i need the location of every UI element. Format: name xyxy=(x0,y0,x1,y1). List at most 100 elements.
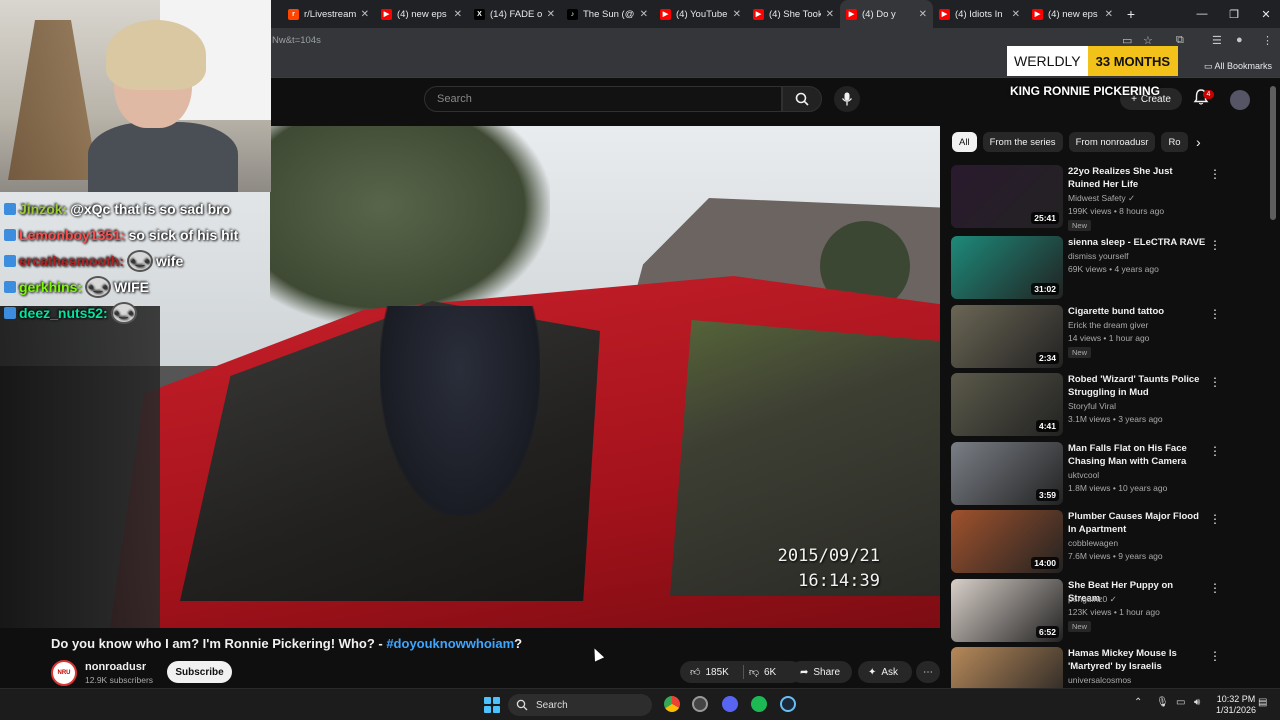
recommendation-title[interactable]: Cigarette bund tattoo xyxy=(1068,305,1206,318)
recommendation-title[interactable]: Man Falls Flat on His Face Chasing Man w… xyxy=(1068,442,1206,468)
more-options-icon[interactable]: ⋮ xyxy=(1209,444,1221,458)
browser-tab[interactable]: ▶ (4) Do y ✕ xyxy=(840,0,933,28)
tab-close-icon[interactable]: ✕ xyxy=(826,9,834,20)
voice-search-button[interactable] xyxy=(834,86,860,112)
recommendation-item[interactable]: 6:52 She Beat Her Puppy on Stream penguinz… xyxy=(951,579,1271,643)
recommendation-item[interactable]: 3:59 Man Falls Flat on His Face Chasing M… xyxy=(951,442,1271,506)
tab-close-icon[interactable]: ✕ xyxy=(361,9,369,20)
video-thumbnail[interactable]: 4:41 xyxy=(951,373,1063,436)
search-input[interactable]: Search xyxy=(424,86,782,112)
tab-close-icon[interactable]: ✕ xyxy=(1012,9,1020,20)
video-thumbnail[interactable]: 31:02 xyxy=(951,236,1063,299)
channel-name[interactable]: nonroadusr xyxy=(85,661,146,673)
channel-avatar[interactable]: NRU xyxy=(51,660,77,686)
recommendation-channel[interactable]: Erick the dream giver xyxy=(1068,320,1148,330)
spotify-icon[interactable] xyxy=(751,696,767,712)
more-actions-button[interactable]: ⋯ xyxy=(916,661,940,683)
taskbar-search[interactable]: Search xyxy=(508,694,652,716)
more-options-icon[interactable]: ⋮ xyxy=(1209,375,1221,389)
recommendation-channel[interactable]: Storyful Viral xyxy=(1068,401,1116,411)
chat-username[interactable]: Lemonboy1351: xyxy=(19,227,126,243)
video-hashtag[interactable]: #doyouknowwhoiam xyxy=(386,636,514,651)
video-thumbnail[interactable]: 2:34 xyxy=(951,305,1063,368)
more-options-icon[interactable]: ⋮ xyxy=(1209,167,1221,181)
recommendation-title[interactable]: Plumber Causes Major Flood In Apartment xyxy=(1068,510,1206,536)
system-clock[interactable]: 10:32 PM 1/31/2026 xyxy=(1216,694,1256,716)
close-window-icon[interactable]: ✕ xyxy=(1250,0,1280,28)
recommendation-title[interactable]: Hamas Mickey Mouse Is 'Martyred' by Isra… xyxy=(1068,647,1206,673)
tab-close-icon[interactable]: ✕ xyxy=(454,9,462,20)
tab-close-icon[interactable]: ✕ xyxy=(733,9,741,20)
browser-tab[interactable]: ▶ (4) YouTube ✕ xyxy=(654,0,747,28)
more-options-icon[interactable]: ⋮ xyxy=(1209,307,1221,321)
tray-chevron-up-icon[interactable]: ⌃ xyxy=(1134,697,1142,708)
recommendation-channel[interactable]: dismiss yourself xyxy=(1068,251,1128,261)
filter-chip[interactable]: From the series xyxy=(982,132,1063,152)
obs-icon[interactable] xyxy=(692,696,708,712)
search-button[interactable] xyxy=(782,86,822,112)
subscribe-button[interactable]: Subscribe xyxy=(167,661,232,683)
chat-username[interactable]: deez_nuts52: xyxy=(19,305,108,321)
recommendation-title[interactable]: sienna sleep - ELeCTRA RAVE xyxy=(1068,236,1206,249)
microphone-tray-icon[interactable]: 🎙︎ xyxy=(1156,697,1169,708)
discord-icon[interactable] xyxy=(722,696,738,712)
recommendation-title[interactable]: 22yo Realizes She Just Ruined Her Life xyxy=(1068,165,1206,191)
tab-close-icon[interactable]: ✕ xyxy=(919,9,927,20)
steam-icon[interactable] xyxy=(780,696,796,712)
menu-dots-icon[interactable]: ⋮ xyxy=(1262,34,1273,47)
chrome-icon[interactable] xyxy=(664,696,680,712)
recommendation-item[interactable]: 25:41 22yo Realizes She Just Ruined Her L… xyxy=(951,165,1271,231)
browser-tab[interactable]: X (14) FADE o ✕ xyxy=(468,0,561,28)
more-options-icon[interactable]: ⋮ xyxy=(1209,238,1221,252)
video-thumbnail[interactable]: 14:00 xyxy=(951,510,1063,573)
account-avatar[interactable] xyxy=(1230,90,1250,110)
recommendation-item[interactable]: 4:41 Robed 'Wizard' Taunts Police Struggl… xyxy=(951,373,1271,437)
volume-icon[interactable]: 🔊︎ xyxy=(1194,697,1200,708)
dislike-button[interactable]: 👎︎ 6K xyxy=(749,666,776,679)
network-icon[interactable]: ▭ xyxy=(1176,697,1185,708)
more-options-icon[interactable]: ⋮ xyxy=(1209,649,1221,663)
recommendation-item[interactable]: 2:34 Cigarette bund tattoo Erick the dream… xyxy=(951,305,1271,369)
chat-username[interactable]: gerkhins: xyxy=(19,279,82,295)
windows-start-icon[interactable] xyxy=(484,697,500,713)
new-tab-button[interactable]: + xyxy=(1119,6,1143,22)
recommendation-channel[interactable]: Midwest Safety ✓ xyxy=(1068,193,1135,204)
browser-tab[interactable]: ▶ (4) new eps ✕ xyxy=(375,0,468,28)
browser-tab[interactable]: ▶ (4) She Took ✕ xyxy=(747,0,840,28)
all-bookmarks-link[interactable]: ▭ All Bookmarks xyxy=(1204,61,1272,72)
recommendation-channel[interactable]: penguinz0 ✓ xyxy=(1068,594,1117,605)
browser-tab[interactable]: ♪ The Sun (@ ✕ xyxy=(561,0,654,28)
tab-close-icon[interactable]: ✕ xyxy=(1105,9,1113,20)
video-thumbnail[interactable]: 25:41 xyxy=(951,165,1063,228)
browser-tab[interactable]: ▶ (4) Idiots In ✕ xyxy=(933,0,1026,28)
video-thumbnail[interactable]: 3:59 xyxy=(951,442,1063,505)
more-options-icon[interactable]: ⋮ xyxy=(1209,512,1221,526)
like-button[interactable]: 👍︎ 185K xyxy=(690,666,729,679)
tab-close-icon[interactable]: ✕ xyxy=(547,9,555,20)
more-options-icon[interactable]: ⋮ xyxy=(1209,581,1221,595)
chat-username[interactable]: Jinzok: xyxy=(19,201,67,217)
minimize-icon[interactable]: — xyxy=(1186,0,1218,28)
filter-chip[interactable]: Ro xyxy=(1161,132,1188,152)
scrollbar[interactable] xyxy=(1270,86,1276,220)
notification-center-icon[interactable]: ▤ xyxy=(1258,697,1267,708)
browser-tab[interactable]: ▶ (4) new eps ✕ xyxy=(1026,0,1119,28)
recommendation-channel[interactable]: cobblewagen xyxy=(1068,538,1118,548)
recommendation-channel[interactable]: universalcosmos xyxy=(1068,675,1131,685)
share-button[interactable]: ➦ Share xyxy=(790,661,852,683)
filter-chip[interactable]: All xyxy=(952,132,977,152)
recommendation-item[interactable]: 14:00 Plumber Causes Major Flood In Apart… xyxy=(951,510,1271,574)
browser-tab[interactable]: r r/Livestream ✕ xyxy=(282,0,375,28)
ask-button[interactable]: ✦ Ask xyxy=(858,661,912,683)
recommendation-channel[interactable]: uktvcool xyxy=(1068,470,1099,480)
recommendation-item[interactable]: 31:02 sienna sleep - ELeCTRA RAVE dismiss … xyxy=(951,236,1271,300)
tab-close-icon[interactable]: ✕ xyxy=(640,9,648,20)
chevron-right-icon[interactable]: › xyxy=(1196,134,1201,150)
recommendation-title[interactable]: Robed 'Wizard' Taunts Police Struggling … xyxy=(1068,373,1206,399)
maximize-icon[interactable]: ❐ xyxy=(1218,0,1250,28)
profile-icon[interactable]: ● xyxy=(1236,34,1243,46)
chat-username[interactable]: ercathesmooth: xyxy=(19,253,124,269)
reading-list-icon[interactable]: ☰ xyxy=(1212,34,1222,47)
video-thumbnail[interactable]: 6:52 xyxy=(951,579,1063,642)
filter-chip[interactable]: From nonroadusr xyxy=(1068,132,1156,152)
